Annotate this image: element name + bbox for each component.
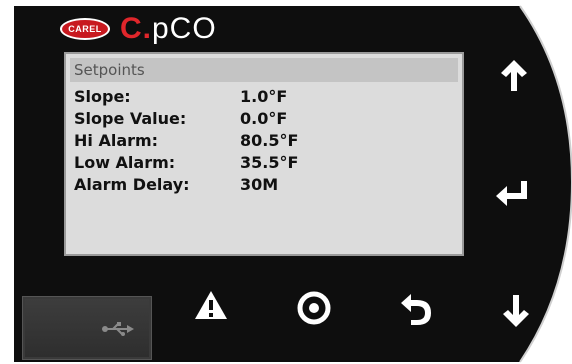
carel-cpco-logo: CAREL C. pCO: [60, 14, 217, 44]
carel-badge-text: CAREL: [68, 24, 102, 34]
up-button[interactable]: [494, 56, 534, 96]
enter-icon: [496, 181, 527, 206]
setpoint-row-slope-value: Slope Value: 0.0°F: [74, 108, 454, 130]
setpoint-label: Slope:: [74, 87, 131, 106]
setpoint-value: 0.0°F: [240, 109, 288, 128]
down-button[interactable]: [496, 288, 536, 332]
carel-badge: CAREL: [60, 18, 110, 40]
lcd-screen: Setpoints Slope: 1.0°F Slope Value: 0.0°…: [64, 52, 464, 256]
setpoint-label: Hi Alarm:: [74, 131, 159, 150]
screen-title: Setpoints: [70, 58, 458, 82]
usb-icon: [102, 322, 134, 336]
setpoint-row-alarm-delay: Alarm Delay: 30M: [74, 174, 454, 196]
alarm-button[interactable]: [191, 286, 231, 324]
setpoint-value: 35.5°F: [240, 153, 299, 172]
setpoint-row-low-alarm: Low Alarm: 35.5°F: [74, 152, 454, 174]
setpoint-label: Slope Value:: [74, 109, 187, 128]
usb-port-cover[interactable]: [22, 296, 152, 360]
setpoint-row-slope: Slope: 1.0°F: [74, 86, 454, 108]
brand-suffix: pCO: [152, 12, 217, 45]
escape-button[interactable]: [394, 286, 438, 330]
alarm-warning-icon: [195, 291, 227, 319]
setpoint-value: 80.5°F: [240, 131, 299, 150]
brand-prefix: C.: [120, 12, 152, 45]
setpoint-label: Alarm Delay:: [74, 175, 190, 194]
arrow-up-icon: [501, 60, 527, 91]
setpoint-value: 1.0°F: [240, 87, 288, 106]
program-ring-icon: [297, 291, 331, 325]
setpoint-row-hi-alarm: Hi Alarm: 80.5°F: [74, 130, 454, 152]
program-button[interactable]: [292, 286, 336, 330]
enter-button[interactable]: [492, 174, 532, 214]
setpoint-value: 30M: [240, 175, 279, 194]
arrow-down-icon: [503, 295, 529, 327]
setpoint-label: Low Alarm:: [74, 153, 176, 172]
brand-name: C. pCO: [120, 14, 217, 44]
escape-return-icon: [401, 294, 431, 325]
